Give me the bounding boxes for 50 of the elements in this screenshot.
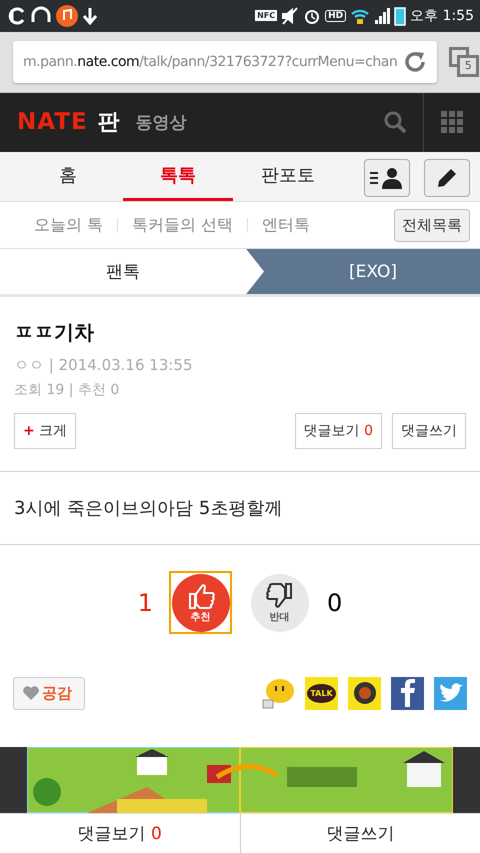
twitter-share-button[interactable] (434, 676, 467, 710)
post-author-date: ㅇㅇ | 2014.03.16 13:55 (14, 356, 194, 376)
view-comments-tab[interactable]: 댓글보기 0 (0, 814, 240, 853)
wifi-icon (350, 6, 370, 25)
facebook-share-button[interactable] (391, 676, 424, 710)
music-icon (56, 4, 78, 27)
camera-share-button[interactable] (348, 676, 381, 710)
nate-logo[interactable]: NATE (17, 109, 88, 136)
enlarge-button[interactable]: + 크게 (14, 413, 76, 450)
view-comments-button[interactable]: 댓글보기 0 (294, 413, 382, 450)
write-comment-tab[interactable]: 댓글쓰기 (240, 814, 480, 853)
emoticon-icon[interactable] (261, 676, 295, 710)
sub-tab[interactable]: 톡커들의 선택 (118, 214, 248, 236)
clock-time: 오후 1:55 (410, 6, 474, 25)
apps-grid-icon[interactable] (441, 111, 463, 134)
sub-tab[interactable]: 엔터톡 (248, 214, 324, 236)
kakaotalk-share-button[interactable]: TALK (305, 676, 338, 710)
nav-tab[interactable]: 판포토 (233, 152, 343, 202)
thumbs-down-icon (264, 582, 294, 610)
facebook-icon (400, 679, 416, 708)
tabs-button[interactable]: 5 (449, 46, 480, 77)
download-icon (82, 6, 98, 26)
reload-icon[interactable] (403, 50, 428, 74)
heart-icon (22, 685, 40, 702)
battery-icon (394, 6, 406, 26)
post-title: ㅍㅍ기차 (14, 319, 95, 346)
sub-tab[interactable]: 오늘의 톡 (20, 214, 118, 236)
pann-logo[interactable]: 판 (98, 107, 120, 138)
url-field[interactable]: m.pann.nate.com/talk/pann/321763727?currMenu=chan (13, 40, 438, 83)
notification-icon (6, 6, 26, 26)
upvote-count: 1 (138, 588, 153, 617)
signal-icon (374, 6, 390, 25)
search-icon[interactable] (383, 110, 407, 134)
upvote-button[interactable]: 추천 (169, 571, 232, 634)
write-button[interactable] (424, 158, 470, 197)
post-body: 3시에 죽은이브의아담 5초평할께 (0, 472, 480, 546)
my-profile-button[interactable] (364, 158, 410, 197)
bird-icon (438, 682, 464, 704)
all-list-button[interactable]: 전체목록 (394, 208, 470, 242)
downvote-count: 0 (327, 588, 342, 617)
breadcrumb-current: [EXO] (246, 248, 480, 294)
write-comment-button[interactable]: 댓글쓰기 (392, 413, 466, 450)
mute-icon (281, 6, 300, 25)
post-stats: 조회 19 | 추천 0 (14, 381, 120, 400)
lens-icon (352, 681, 376, 706)
hd-icon: HD (325, 10, 346, 22)
nav-tab[interactable]: 홈 (13, 152, 123, 202)
nfc-icon: NFC (255, 10, 278, 22)
profile-list-icon (370, 166, 404, 189)
section-title[interactable]: 동영상 (136, 110, 187, 134)
